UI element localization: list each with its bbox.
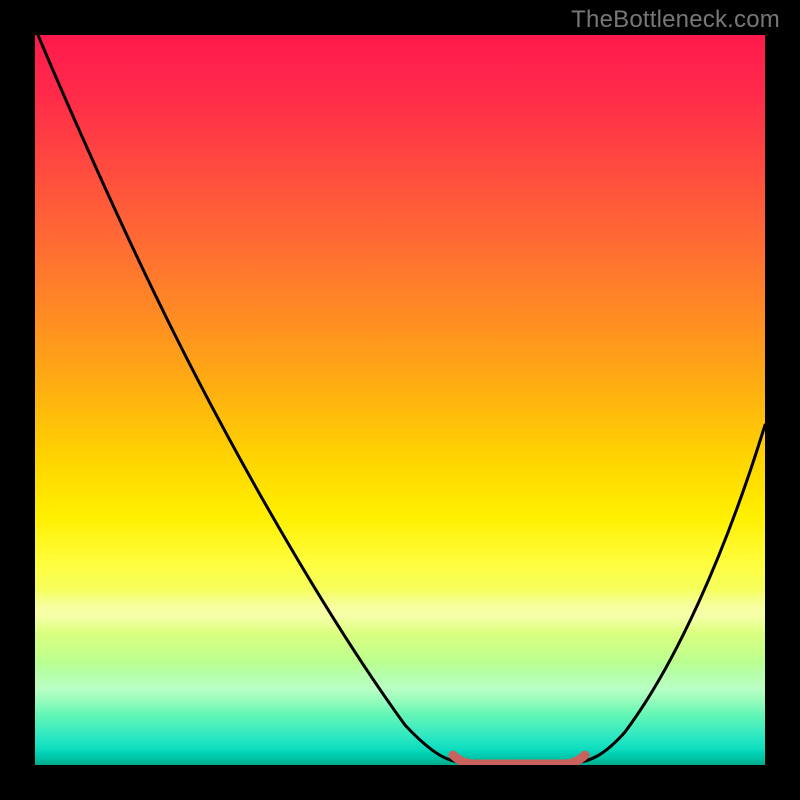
curve-layer — [35, 35, 765, 765]
watermark-text: TheBottleneck.com — [571, 6, 780, 34]
bottleneck-curve — [38, 35, 765, 763]
plot-area — [35, 35, 765, 765]
optimal-range-marker — [453, 755, 585, 764]
chart-frame: TheBottleneck.com — [0, 0, 800, 800]
